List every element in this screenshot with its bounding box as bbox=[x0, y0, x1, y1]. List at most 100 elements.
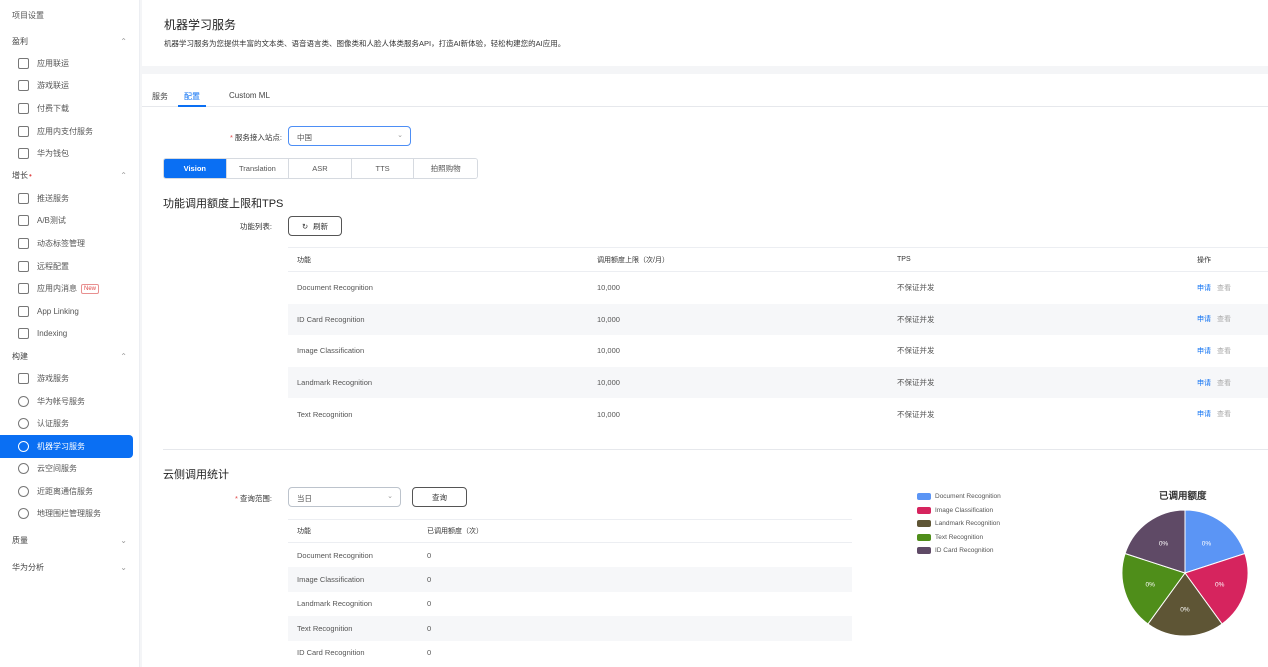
sidebar-group-growth[interactable]: 增长• ⌃ bbox=[0, 165, 139, 187]
sidebar-item-iap[interactable]: 应用内支付服务 bbox=[0, 120, 139, 143]
view-link[interactable]: 查看 bbox=[1217, 348, 1231, 355]
section-divider bbox=[163, 449, 1268, 450]
sidebar-group-build[interactable]: 构建 ⌃ bbox=[0, 345, 139, 367]
apply-link[interactable]: 申请 bbox=[1197, 316, 1211, 323]
table-row: Landmark Recognition 10,000 不保证并发 申请 查看 bbox=[288, 366, 1268, 399]
page-title: 机器学习服务 bbox=[164, 18, 237, 32]
table-row: Landmark Recognition 0 bbox=[297, 599, 432, 609]
sidebar-group-quality[interactable]: 质量 ⌄ bbox=[0, 529, 139, 551]
sidebar-item-app-distribution[interactable]: 应用联运 bbox=[0, 52, 139, 75]
sidebar-item-nearby[interactable]: 近距离通信服务 bbox=[0, 480, 139, 503]
sidebar-item-wallet[interactable]: 华为钱包 bbox=[0, 142, 139, 165]
nearby-icon bbox=[18, 485, 29, 497]
sidebar-item-cloud-storage[interactable]: 云空间服务 bbox=[0, 458, 139, 481]
segment-vision[interactable]: Vision bbox=[164, 159, 227, 178]
pie-slice-label: 0% bbox=[1215, 581, 1225, 588]
view-link[interactable]: 查看 bbox=[1217, 380, 1231, 387]
sidebar-item-push[interactable]: 推送服务 bbox=[0, 187, 139, 210]
sidebar-item-game-service[interactable]: 游戏服务 bbox=[0, 367, 139, 390]
sidebar-item-game-distribution[interactable]: 游戏联运 bbox=[0, 75, 139, 98]
pie-slice-label: 0% bbox=[1146, 581, 1156, 588]
apply-link[interactable]: 申请 bbox=[1197, 411, 1211, 418]
segment-translation[interactable]: Translation bbox=[226, 159, 290, 178]
query-button[interactable]: 查询 bbox=[412, 487, 467, 507]
sidebar-group-monetize[interactable]: 盈利 ⌃ bbox=[0, 30, 139, 52]
legend-item[interactable]: Document Recognition bbox=[917, 490, 1001, 504]
game-controller-icon bbox=[18, 80, 29, 92]
range-label: * 查询范围: bbox=[234, 494, 272, 503]
tab-config[interactable]: 配置 bbox=[184, 91, 200, 102]
sidebar-group-analytics[interactable]: 华为分析 ⌄ bbox=[0, 556, 139, 578]
view-link[interactable]: 查看 bbox=[1217, 411, 1231, 418]
chevron-down-icon: ⌄ bbox=[120, 535, 127, 545]
tab-services[interactable]: 服务 bbox=[152, 91, 168, 102]
cloud-icon bbox=[18, 463, 29, 475]
page-description: 机器学习服务为您提供丰富的文本类、语音语言类、图像类和人脸人体类服务API，打造… bbox=[164, 39, 566, 48]
range-select[interactable]: 当日 ⌄ bbox=[288, 487, 401, 507]
segment-photo-shopping[interactable]: 拍照购物 bbox=[414, 159, 477, 178]
wallet-icon bbox=[18, 148, 29, 160]
sidebar-item-auth-service[interactable]: 认证服务 bbox=[0, 412, 139, 435]
legend-item[interactable]: ID Card Recognition bbox=[917, 544, 1001, 558]
stats-table: 功能 已调用额度（次） Document Recognition 0 Image … bbox=[288, 519, 852, 665]
location-icon bbox=[18, 508, 29, 520]
legend-item[interactable]: Image Classification bbox=[917, 504, 1001, 518]
page-header: 机器学习服务 机器学习服务为您提供丰富的文本类、语音语言类、图像类和人脸人体类服… bbox=[142, 0, 1268, 66]
sidebar-item-tag-manager[interactable]: 动态标签管理 bbox=[0, 232, 139, 255]
sidebar-item-geofence[interactable]: 地理围栏管理服务 bbox=[0, 503, 139, 526]
legend-item[interactable]: Landmark Recognition bbox=[917, 517, 1001, 531]
paid-download-icon bbox=[18, 102, 29, 114]
pie-slice-label: 0% bbox=[1159, 540, 1169, 547]
table-row: Text Recognition 10,000 不保证并发 申请 查看 bbox=[297, 409, 1231, 419]
refresh-icon: ↻ bbox=[301, 221, 309, 231]
sidebar-item-remote-config[interactable]: 远程配置 bbox=[0, 255, 139, 278]
sidebar-item-paid-download[interactable]: 付费下载 bbox=[0, 97, 139, 120]
indexing-icon bbox=[18, 328, 29, 340]
refresh-button[interactable]: ↻ 刷新 bbox=[288, 216, 342, 236]
message-icon bbox=[18, 283, 29, 295]
config-icon bbox=[18, 260, 29, 272]
chevron-down-icon: ⌄ bbox=[120, 562, 127, 572]
table-row: Text Recognition 0 bbox=[288, 616, 852, 641]
notification-dot-icon: • bbox=[29, 171, 32, 181]
table-row: ID Card Recognition 0 bbox=[297, 648, 432, 658]
chevron-up-icon: ⌃ bbox=[120, 171, 127, 181]
sidebar-item-ab-test[interactable]: A/B测试 bbox=[0, 210, 139, 233]
sidebar-project-settings[interactable]: 项目设置 bbox=[0, 0, 139, 30]
table-row: Image Classification 10,000 不保证并发 申请 查看 bbox=[297, 346, 1231, 356]
stats-section-title: 云侧调用统计 bbox=[163, 469, 229, 481]
new-badge: New bbox=[81, 283, 100, 294]
table-row: ID Card Recognition 10,000 不保证并发 申请 查看 bbox=[288, 303, 1268, 336]
link-icon bbox=[18, 305, 29, 317]
table-row: Document Recognition 0 bbox=[297, 550, 432, 560]
sidebar-item-account-kit[interactable]: 华为帐号服务 bbox=[0, 390, 139, 413]
pie-slice-label: 0% bbox=[1180, 607, 1190, 614]
apply-link[interactable]: 申请 bbox=[1197, 285, 1211, 292]
apply-link[interactable]: 申请 bbox=[1197, 348, 1211, 355]
table-row: Document Recognition 10,000 不保证并发 申请 查看 bbox=[297, 283, 1231, 293]
segment-tts[interactable]: TTS bbox=[351, 159, 415, 178]
pie-slice-label: 0% bbox=[1202, 540, 1212, 547]
table-row: Image Classification 0 bbox=[288, 567, 852, 592]
tab-custom-ml[interactable]: Custom ML bbox=[229, 91, 270, 100]
sidebar-item-app-linking[interactable]: App Linking bbox=[0, 300, 139, 323]
apply-link[interactable]: 申请 bbox=[1197, 380, 1211, 387]
site-select[interactable]: 中国 ⌄ bbox=[288, 126, 411, 146]
sidebar-item-indexing[interactable]: Indexing bbox=[0, 323, 139, 346]
tag-icon bbox=[18, 237, 29, 249]
shield-check-icon bbox=[18, 418, 29, 430]
view-link[interactable]: 查看 bbox=[1217, 285, 1231, 292]
legend-swatch bbox=[917, 506, 931, 514]
ab-test-icon bbox=[18, 215, 29, 227]
tab-bar: 服务 配置 Custom ML bbox=[142, 88, 1268, 107]
chart-title: 已调用额度 bbox=[1159, 491, 1207, 502]
sidebar-item-in-app-messaging[interactable]: 应用内消息 New bbox=[0, 277, 139, 300]
sidebar: 项目设置 盈利 ⌃ 应用联运 游戏联运 付费下载 应用内支付服务 华为钱包 增长•… bbox=[0, 0, 140, 667]
rocket-icon bbox=[18, 192, 29, 204]
chevron-up-icon: ⌃ bbox=[120, 36, 127, 46]
segment-asr[interactable]: ASR bbox=[289, 159, 352, 178]
sidebar-item-ml-kit[interactable]: 机器学习服务 bbox=[0, 434, 133, 458]
active-tab-indicator bbox=[178, 105, 206, 107]
legend-item[interactable]: Text Recognition bbox=[917, 531, 1001, 545]
view-link[interactable]: 查看 bbox=[1217, 316, 1231, 323]
